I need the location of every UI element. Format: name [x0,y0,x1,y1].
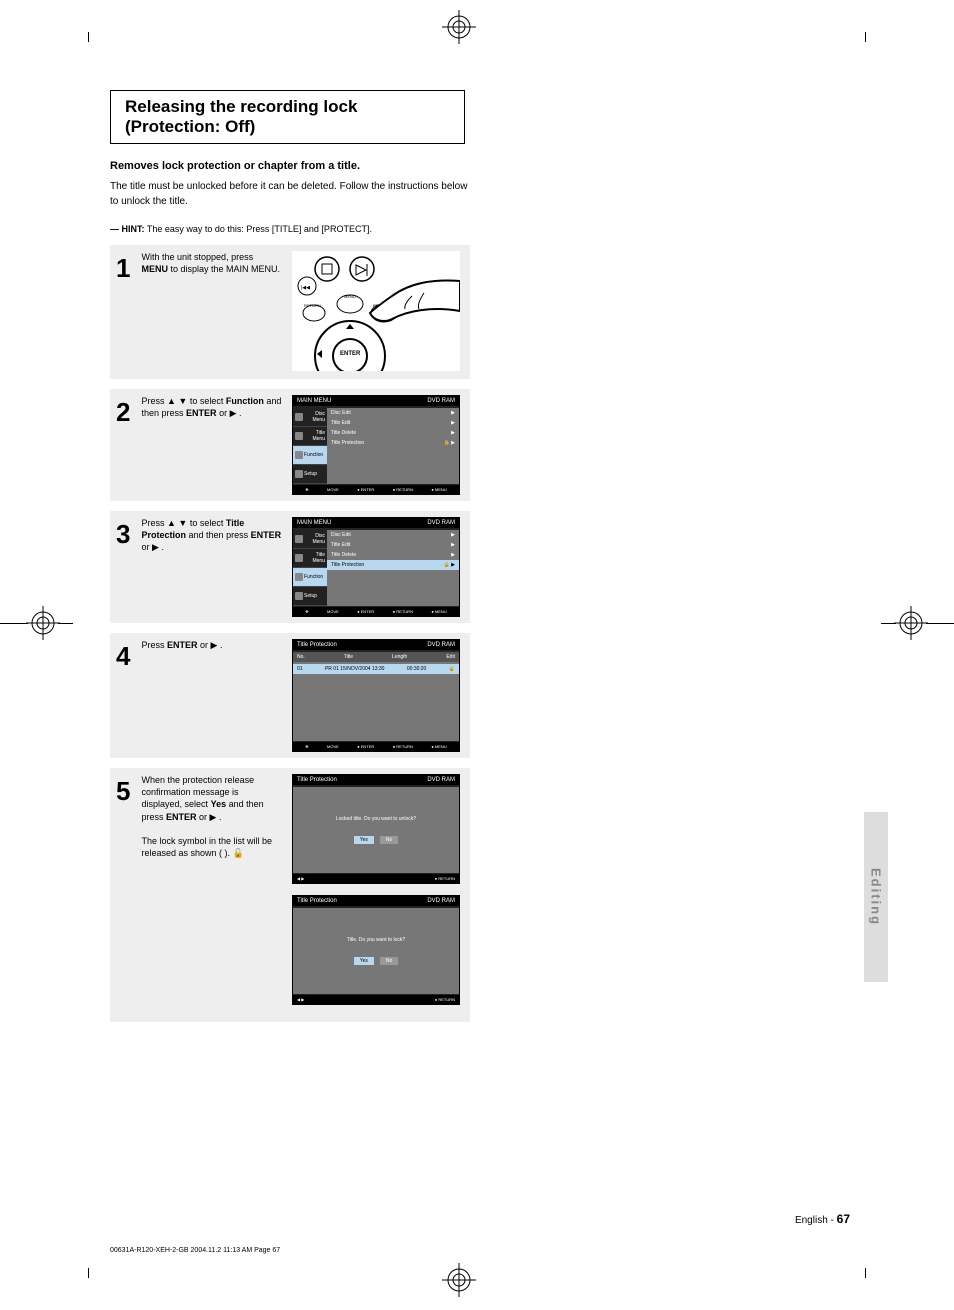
remote-control-illustration: |◀◀ RETURN MENU REC MODE ENTER [292,251,460,371]
crop-marks-bottom [0,1260,954,1310]
svg-text:MENU: MENU [344,294,356,299]
unlock-icon: 🔓 [233,848,244,858]
step-4: 4 Press ENTER or ▶ . Title ProtectionDVD… [110,633,470,758]
file-slug-footer: 00631A-R120-XEH-2-GB 2004.11.2 11:13 AM … [110,1247,280,1254]
yes-button[interactable]: Yes [354,836,374,844]
intro-text: Removes lock protection or chapter from … [110,158,470,209]
page-number: English - 67 [110,1212,850,1226]
registration-mark-icon [442,1263,476,1297]
onscreen-menu-step2: MAIN MENUDVD RAM Disc Menu Title Menu Fu… [292,395,460,495]
section-title: Releasing the recording lock (Protection… [110,90,465,144]
onscreen-menu-step3: MAIN MENUDVD RAM Disc Menu Title Menu Fu… [292,517,460,617]
no-button[interactable]: No [380,957,398,965]
svg-text:ENTER: ENTER [340,351,361,357]
step-2: 2 Press ▲ ▼ to select Function and then … [110,389,470,501]
onscreen-title-list-step4: Title ProtectionDVD RAM No. Title Length… [292,639,460,752]
hint-block: — HINT: The easy way to do this: Press [… [110,223,470,236]
step-3: 3 Press ▲ ▼ to select Title Protection a… [110,511,470,623]
svg-text:RETURN: RETURN [304,303,321,308]
confirm-dialog-unlock: Title ProtectionDVD RAM Locked title. Do… [292,774,460,884]
yes-button[interactable]: Yes [354,957,374,965]
registration-mark-icon [442,10,476,44]
step-1: 1 With the unit stopped, press MENU to d… [110,245,470,379]
registration-mark-icon [894,606,928,640]
crop-marks-top [0,0,954,50]
confirm-dialog-lock: Title ProtectionDVD RAM Title. Do you wa… [292,895,460,1005]
side-tab-editing: Editing [864,812,888,982]
svg-text:|◀◀: |◀◀ [301,285,310,291]
no-button[interactable]: No [380,836,398,844]
step-5: 5 When the protection release confirmati… [110,768,470,1022]
registration-mark-icon [26,606,60,640]
